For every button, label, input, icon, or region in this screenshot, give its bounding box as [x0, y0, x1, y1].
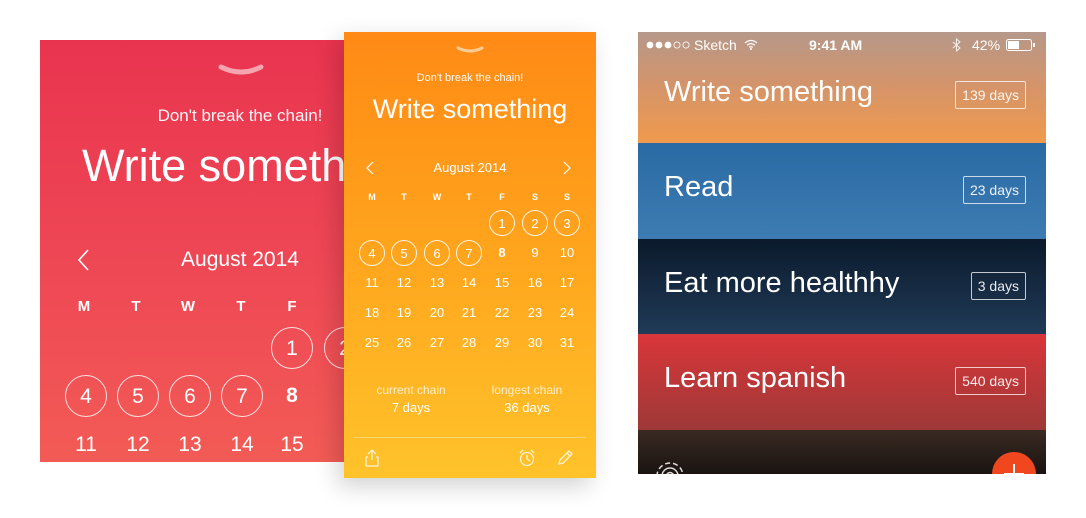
calendar-day-today[interactable]: 8: [489, 240, 515, 266]
longest-chain-label: longest chain: [491, 383, 563, 397]
calendar-day[interactable]: 21: [456, 300, 482, 326]
habit-list-screen: Write something 139 days Read 23 days Ea…: [638, 32, 1046, 474]
habit-name: Eat more healthhy: [664, 267, 900, 299]
streak-badge: 540 days: [955, 367, 1026, 395]
calendar-day[interactable]: 5: [117, 375, 159, 417]
weekday-label: W: [432, 192, 442, 202]
calendar-day[interactable]: 23: [522, 300, 548, 326]
weekday-label: T: [236, 298, 246, 315]
next-month-icon[interactable]: [563, 161, 571, 175]
calendar-day[interactable]: 29: [489, 330, 515, 356]
calendar-day[interactable]: 18: [359, 300, 385, 326]
weekday-label: M: [368, 192, 376, 202]
calendar-day[interactable]: 30: [522, 330, 548, 356]
month-label: August 2014: [433, 160, 507, 175]
month-label: August 2014: [181, 248, 299, 271]
add-habit-button[interactable]: [992, 452, 1036, 474]
alarm-clock-icon[interactable]: [517, 448, 537, 468]
current-chain-value: 7 days: [391, 400, 431, 415]
bluetooth-icon: [952, 38, 961, 52]
calendar-day[interactable]: 7: [221, 375, 263, 417]
calendar-day[interactable]: 20: [424, 300, 450, 326]
weekday-label: T: [466, 192, 472, 202]
weekday-label: F: [287, 298, 297, 315]
divider: [354, 437, 586, 438]
calendar-day[interactable]: 12: [117, 424, 159, 462]
chevron-handle-icon[interactable]: [218, 64, 264, 78]
calendar-day[interactable]: 1: [489, 210, 515, 236]
calendar-day[interactable]: 16: [522, 270, 548, 296]
plus-icon: [1004, 464, 1024, 474]
battery-icon: [1006, 39, 1035, 51]
habit-name: Write something: [664, 76, 873, 108]
streak-badge: 23 days: [962, 176, 1026, 204]
calendar-day[interactable]: 7: [456, 240, 482, 266]
calendar-day[interactable]: 12: [391, 270, 417, 296]
calendar-day[interactable]: 13: [169, 424, 211, 462]
calendar-day[interactable]: 5: [391, 240, 417, 266]
weekday-label: T: [401, 192, 407, 202]
carrier-label: Sketch: [694, 37, 737, 53]
current-chain-label: current chain: [376, 383, 446, 397]
calendar-day[interactable]: 15: [271, 424, 313, 462]
habit-calendar-screen-orange: Don't break the chain! Write something A…: [344, 32, 596, 478]
tagline: Don't break the chain!: [416, 72, 524, 84]
weekday-label: F: [499, 192, 505, 202]
calendar-day[interactable]: 4: [359, 240, 385, 266]
calendar-day[interactable]: 26: [391, 330, 417, 356]
gear-icon[interactable]: [650, 456, 690, 474]
tagline: Don't break the chain!: [157, 106, 323, 125]
habit-row-partial: [638, 430, 1046, 474]
calendar-day[interactable]: 27: [424, 330, 450, 356]
streak-badge: 139 days: [955, 81, 1026, 109]
weekday-label: S: [563, 192, 570, 202]
habit-title[interactable]: Write someth: [82, 140, 346, 192]
calendar-day[interactable]: 2: [522, 210, 548, 236]
habit-title[interactable]: Write something: [344, 94, 596, 125]
calendar-day[interactable]: 15: [489, 270, 515, 296]
pencil-icon[interactable]: [555, 448, 575, 468]
longest-chain-value: 36 days: [504, 400, 550, 415]
status-bar: Sketch 9:41 AM 42%: [638, 32, 1046, 58]
calendar-day[interactable]: 11: [359, 270, 385, 296]
battery-percent: 42%: [972, 37, 1001, 53]
calendar-day[interactable]: 14: [456, 270, 482, 296]
calendar-day[interactable]: 22: [489, 300, 515, 326]
habit-row[interactable]: Read 23 days: [638, 143, 1046, 239]
calendar-day[interactable]: 13: [424, 270, 450, 296]
calendar-day[interactable]: 24: [554, 300, 580, 326]
calendar-day[interactable]: 25: [359, 330, 385, 356]
habit-name: Read: [664, 171, 734, 203]
calendar-day[interactable]: 28: [456, 330, 482, 356]
habit-row[interactable]: Learn spanish 540 days: [638, 334, 1046, 430]
calendar-day[interactable]: 6: [424, 240, 450, 266]
calendar-day[interactable]: 3: [554, 210, 580, 236]
chevron-handle-icon[interactable]: [456, 46, 484, 56]
weekday-label: M: [77, 298, 91, 315]
calendar-day[interactable]: 6: [169, 375, 211, 417]
streak-badge: 3 days: [970, 272, 1026, 300]
calendar-day[interactable]: 1: [271, 327, 313, 369]
weekday-label: S: [531, 192, 538, 202]
habit-calendar-screen-red: Don't break the chain! Write someth Augu…: [40, 40, 354, 462]
calendar-day[interactable]: 14: [221, 424, 263, 462]
calendar-day[interactable]: 31: [554, 330, 580, 356]
calendar-day-today[interactable]: 8: [271, 375, 313, 417]
wifi-icon: [744, 39, 758, 50]
calendar-day[interactable]: 4: [65, 375, 107, 417]
signal-strength-icon: [646, 41, 690, 49]
calendar-day[interactable]: 10: [554, 240, 580, 266]
habit-name: Learn spanish: [664, 362, 847, 394]
clock-time: 9:41 AM: [809, 37, 863, 53]
share-icon[interactable]: [362, 448, 382, 468]
weekday-label: T: [131, 298, 141, 315]
calendar-day[interactable]: 9: [522, 240, 548, 266]
calendar-day[interactable]: 11: [65, 424, 107, 462]
weekday-label: W: [180, 298, 196, 315]
habit-row[interactable]: Eat more healthhy 3 days: [638, 239, 1046, 334]
calendar-day[interactable]: 17: [554, 270, 580, 296]
calendar-day[interactable]: 19: [391, 300, 417, 326]
